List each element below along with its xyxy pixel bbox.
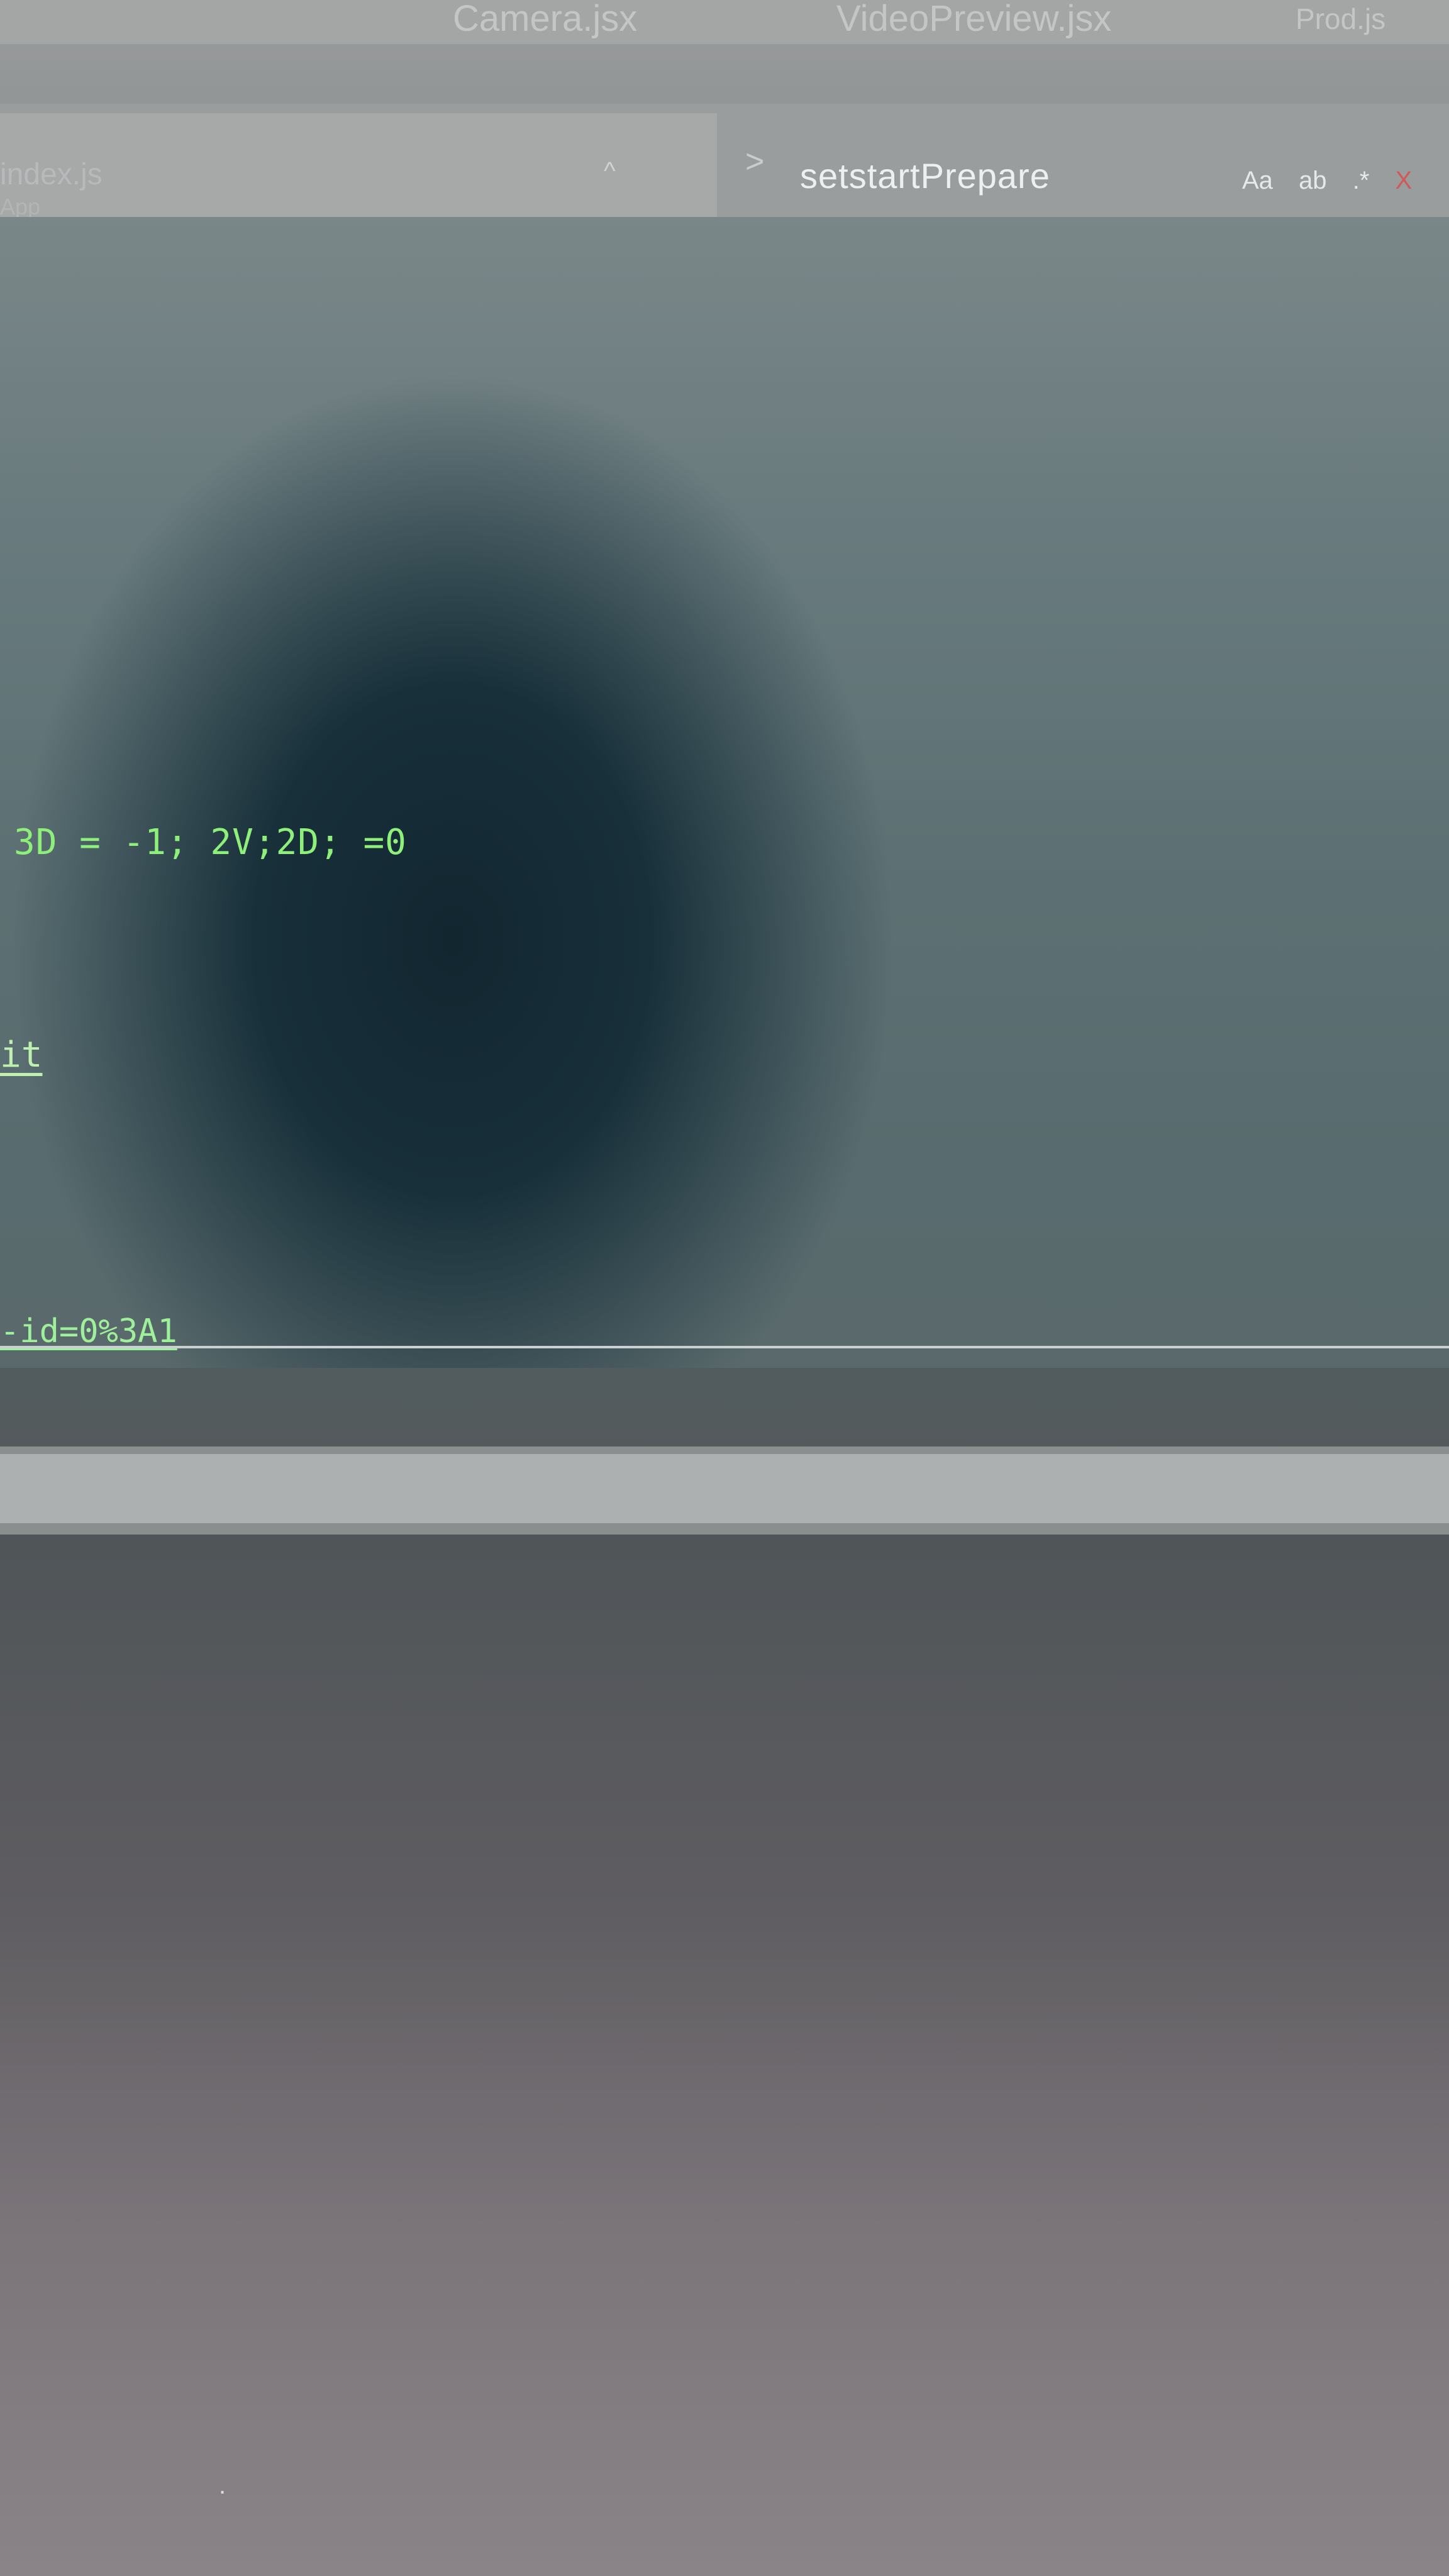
scrollbar-thumb[interactable]	[0, 1454, 1449, 1523]
link-text[interactable]: it	[0, 1035, 42, 1075]
tab-camera[interactable]: Camera.jsx	[453, 0, 637, 44]
bottom-dot: .	[219, 2472, 226, 2499]
terminal-output[interactable]: 3D = -1; 2V;2D; =0 it -id=0%3A1	[0, 217, 1449, 1368]
close-icon[interactable]: X	[1396, 167, 1413, 194]
chevron-right-icon: >	[745, 143, 765, 180]
breadcrumb-subitem[interactable]: App	[0, 194, 40, 220]
whole-word-toggle[interactable]: ab	[1299, 167, 1327, 194]
match-case-toggle[interactable]: Aa	[1242, 167, 1273, 194]
editor-tab-bar: Camera.jsx VideoPreview.jsx Prod.js	[0, 0, 1449, 44]
screen: Camera.jsx VideoPreview.jsx Prod.js inde…	[0, 0, 1449, 2576]
find-options: Aa ab .* X	[1242, 167, 1431, 195]
regex-toggle[interactable]: .*	[1353, 167, 1370, 194]
divider	[0, 1346, 1449, 1348]
url-link[interactable]: -id=0%3A1	[0, 1313, 177, 1350]
chevron-up-icon[interactable]: ^	[604, 157, 616, 186]
horizontal-scrollbar[interactable]	[0, 1446, 1449, 1535]
tab-prod[interactable]: Prod.js	[1296, 0, 1385, 44]
code-line: 3D = -1; 2V;2D; =0	[14, 822, 407, 863]
breadcrumb-bar: index.js App ^ > setstartPrepare Aa ab .…	[0, 104, 1449, 220]
breadcrumb-file[interactable]: index.js	[0, 157, 103, 192]
breadcrumb-symbol[interactable]: setstartPrepare	[800, 155, 1050, 196]
tab-videopreview[interactable]: VideoPreview.jsx	[836, 0, 1111, 44]
breadcrumb-path[interactable]: index.js App ^	[0, 113, 717, 220]
lower-panel	[0, 1535, 1449, 2576]
